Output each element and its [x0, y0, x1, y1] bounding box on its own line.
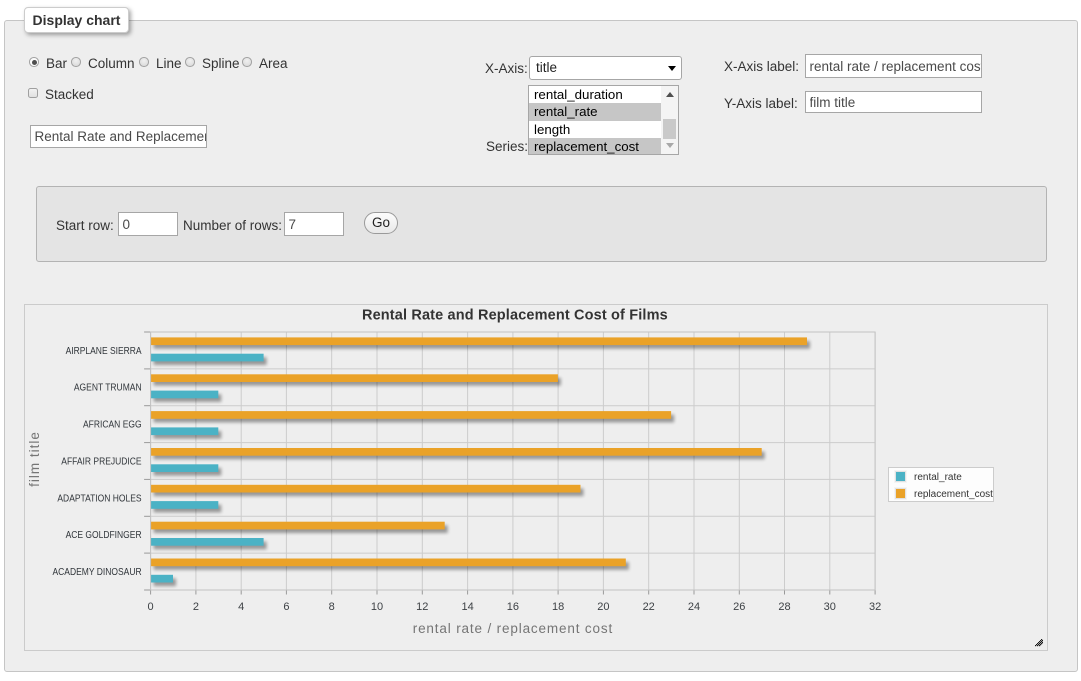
- svg-text:AIRPLANE SIERRA: AIRPLANE SIERRA: [66, 346, 142, 357]
- svg-text:20: 20: [597, 601, 609, 613]
- svg-text:10: 10: [371, 601, 383, 613]
- svg-text:16: 16: [507, 601, 519, 613]
- svg-text:22: 22: [643, 601, 655, 613]
- svg-text:ACADEMY DINOSAUR: ACADEMY DINOSAUR: [53, 567, 142, 578]
- svg-text:4: 4: [238, 601, 244, 613]
- svg-text:Rental Rate and Replacement Co: Rental Rate and Replacement Cost of Film…: [362, 308, 668, 324]
- svg-text:rental rate / replacement cost: rental rate / replacement cost: [413, 621, 613, 636]
- svg-text:28: 28: [778, 601, 790, 613]
- svg-text:24: 24: [688, 601, 700, 613]
- svg-text:AFRICAN EGG: AFRICAN EGG: [83, 420, 142, 431]
- svg-text:18: 18: [552, 601, 564, 613]
- svg-text:2: 2: [193, 601, 199, 613]
- svg-text:ACE GOLDFINGER: ACE GOLDFINGER: [66, 530, 142, 541]
- svg-text:ADAPTATION HOLES: ADAPTATION HOLES: [57, 493, 141, 504]
- svg-text:8: 8: [329, 601, 335, 613]
- svg-text:14: 14: [461, 601, 473, 613]
- svg-text:6: 6: [283, 601, 289, 613]
- svg-text:30: 30: [824, 601, 836, 613]
- svg-text:32: 32: [869, 601, 881, 613]
- svg-text:12: 12: [416, 601, 428, 613]
- svg-text:film title: film title: [27, 431, 42, 487]
- svg-text:AFFAIR PREJUDICE: AFFAIR PREJUDICE: [61, 456, 142, 467]
- svg-text:AGENT TRUMAN: AGENT TRUMAN: [74, 383, 142, 394]
- svg-text:26: 26: [733, 601, 745, 613]
- svg-text:0: 0: [148, 601, 154, 613]
